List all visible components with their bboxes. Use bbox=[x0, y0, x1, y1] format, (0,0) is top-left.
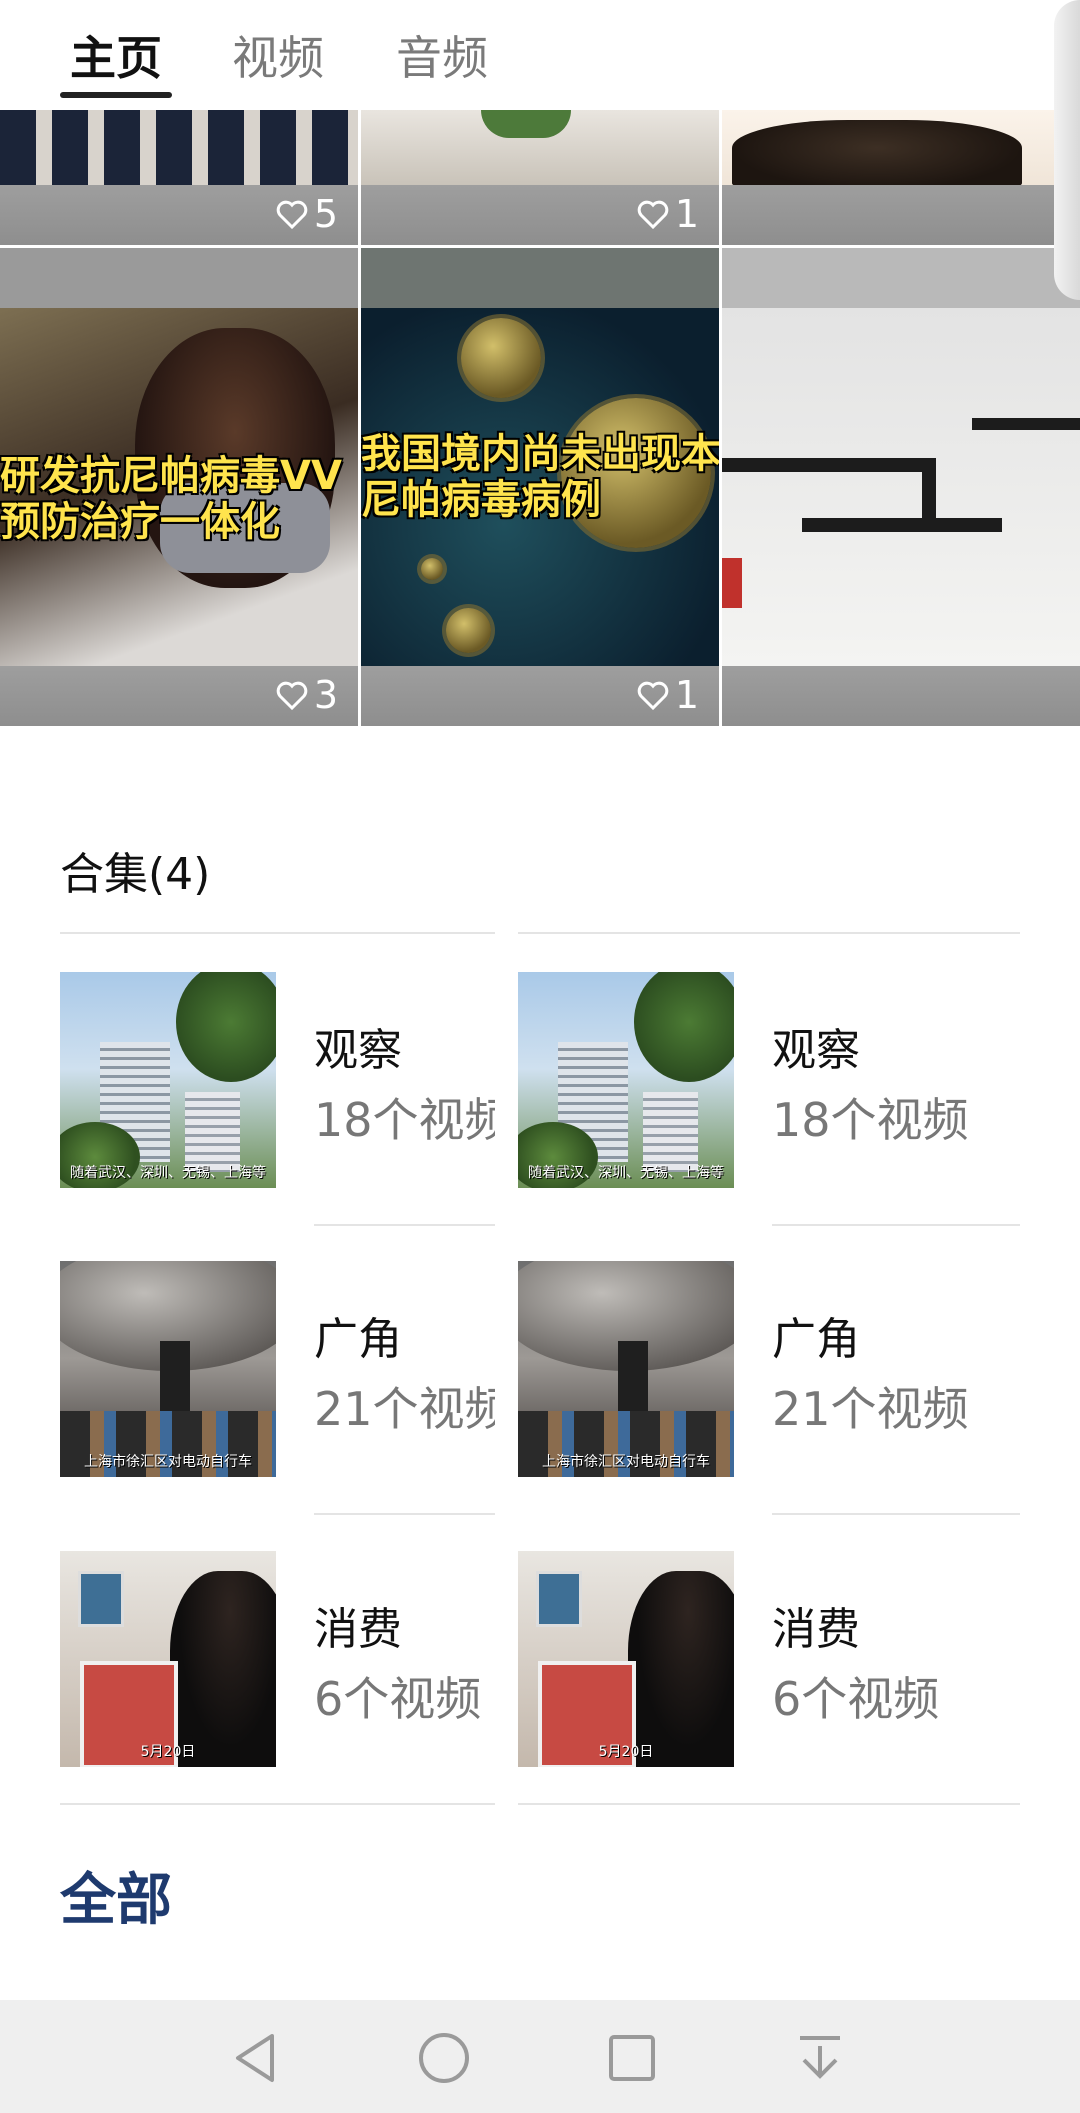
thumbnail-caption: 随着武汉、深圳、无锡、上海等 bbox=[70, 1165, 266, 1181]
like-count: 5 bbox=[276, 189, 338, 239]
heart-icon bbox=[276, 200, 308, 229]
collection-item[interactable]: 上海市徐汇区对电动自行车 广角 21个视频 bbox=[60, 1261, 495, 1477]
thumbnail-footer bbox=[722, 666, 1080, 726]
tree bbox=[634, 972, 734, 1082]
divider bbox=[518, 932, 1020, 934]
top-tab-bar: 主页 视频 音频 bbox=[0, 0, 1080, 110]
divider bbox=[314, 1224, 495, 1226]
collection-thumbnail: 上海市徐汇区对电动自行车 bbox=[60, 1261, 276, 1477]
active-tab-indicator bbox=[60, 92, 172, 98]
back-icon[interactable] bbox=[226, 2028, 286, 2088]
edge-panel-handle[interactable] bbox=[1054, 0, 1080, 300]
heart-icon bbox=[276, 681, 308, 710]
like-count: 1 bbox=[637, 670, 699, 720]
video-caption-line: 我国境内尚未出现本 bbox=[361, 431, 719, 477]
virus-particle bbox=[461, 318, 541, 398]
divider bbox=[518, 1803, 1020, 1805]
collection-name: 广角 bbox=[314, 1314, 402, 1365]
heart-icon bbox=[637, 681, 669, 710]
collection-item[interactable]: 5月20日 消费 6个视频 bbox=[60, 1551, 495, 1767]
thumbnail-image bbox=[361, 110, 719, 185]
thumbnail-image bbox=[722, 110, 1080, 190]
divider bbox=[772, 1513, 1020, 1515]
collection-item[interactable]: 随着武汉、深圳、无锡、上海等 观察 18个视频 bbox=[518, 972, 1020, 1188]
red-cross-sign bbox=[722, 558, 742, 608]
tab-audio[interactable]: 音频 bbox=[396, 22, 488, 88]
thumbnail-caption: 上海市徐汇区对电动自行车 bbox=[84, 1454, 252, 1470]
video-caption-line: 研发抗尼帕病毒VV bbox=[0, 453, 342, 499]
collection-name: 观察 bbox=[772, 1025, 860, 1076]
collection-item[interactable]: 5月20日 消费 6个视频 bbox=[518, 1551, 1020, 1767]
divider bbox=[60, 932, 495, 934]
person bbox=[170, 1571, 276, 1767]
collection-count: 6个视频 bbox=[314, 1672, 482, 1726]
tab-home[interactable]: 主页 bbox=[70, 22, 162, 88]
person bbox=[628, 1571, 734, 1767]
collection-item[interactable]: 随着武汉、深圳、无锡、上海等 观察 18个视频 bbox=[60, 972, 495, 1188]
thumbnail-footer bbox=[722, 185, 1080, 245]
thumbnail-caption: 上海市徐汇区对电动自行车 bbox=[542, 1454, 710, 1470]
ceiling-light bbox=[972, 418, 1080, 430]
collection-thumbnail: 随着武汉、深圳、无锡、上海等 bbox=[518, 972, 734, 1188]
like-count: 1 bbox=[637, 189, 699, 239]
ceiling-light bbox=[802, 518, 1002, 532]
video-thumbnail[interactable]: 1 bbox=[361, 110, 719, 245]
notification-pull-icon[interactable] bbox=[790, 2028, 850, 2088]
building bbox=[185, 1092, 240, 1172]
divider bbox=[772, 1224, 1020, 1226]
screen bbox=[536, 1571, 582, 1627]
video-thumbnail[interactable] bbox=[722, 110, 1080, 245]
collection-count: 21个视频 bbox=[772, 1382, 969, 1436]
collection-thumbnail: 5月20日 bbox=[60, 1551, 276, 1767]
collection-item[interactable]: 上海市徐汇区对电动自行车 广角 21个视频 bbox=[518, 1261, 1020, 1477]
door bbox=[160, 1341, 190, 1421]
divider bbox=[314, 1513, 495, 1515]
recents-icon[interactable] bbox=[602, 2028, 662, 2088]
thumbnail-caption: 5月20日 bbox=[598, 1744, 654, 1760]
video-thumbnail[interactable]: 5 bbox=[0, 110, 358, 245]
building bbox=[643, 1092, 698, 1172]
collections-title: 合集(4) bbox=[60, 849, 211, 900]
ceiling-light bbox=[922, 458, 936, 518]
collection-name: 消费 bbox=[314, 1604, 402, 1655]
virus-particle bbox=[446, 608, 491, 653]
thumbnail-image bbox=[0, 110, 358, 185]
video-thumbnail[interactable]: 我国境内尚未出现本 尼帕病毒病例 1 bbox=[361, 248, 719, 726]
virus-particle bbox=[421, 558, 443, 580]
thumbnail-caption: 随着武汉、深圳、无锡、上海等 bbox=[528, 1165, 724, 1181]
video-thumbnail[interactable]: 研发抗尼帕病毒VV 预防治疗一体化 3 bbox=[0, 248, 358, 726]
like-count-value: 5 bbox=[313, 192, 338, 236]
tree bbox=[176, 972, 276, 1082]
collection-count: 18个视频 bbox=[772, 1093, 969, 1147]
collection-thumbnail: 上海市徐汇区对电动自行车 bbox=[518, 1261, 734, 1477]
all-section-title: 全部 bbox=[60, 1868, 172, 1933]
ceiling-light bbox=[722, 458, 922, 472]
door bbox=[618, 1341, 648, 1421]
video-caption-line: 预防治疗一体化 bbox=[0, 499, 280, 545]
like-count-value: 1 bbox=[674, 673, 699, 717]
collection-name: 广角 bbox=[772, 1314, 860, 1365]
video-caption-line: 尼帕病毒病例 bbox=[361, 477, 601, 523]
tab-video[interactable]: 视频 bbox=[232, 22, 324, 88]
screen bbox=[78, 1571, 124, 1627]
like-count-value: 3 bbox=[313, 673, 338, 717]
collection-name: 消费 bbox=[772, 1604, 860, 1655]
collection-thumbnail: 随着武汉、深圳、无锡、上海等 bbox=[60, 972, 276, 1188]
divider bbox=[60, 1803, 495, 1805]
collection-count: 6个视频 bbox=[772, 1672, 940, 1726]
video-thumbnail[interactable] bbox=[722, 248, 1080, 726]
like-count: 3 bbox=[276, 670, 338, 720]
thumbnail-caption: 5月20日 bbox=[140, 1744, 196, 1760]
collection-count: 18个视频 bbox=[314, 1093, 495, 1147]
heart-icon bbox=[637, 200, 669, 229]
home-icon[interactable] bbox=[414, 2028, 474, 2088]
collection-count: 21个视频 bbox=[314, 1382, 495, 1436]
like-count-value: 1 bbox=[674, 192, 699, 236]
system-navigation-bar bbox=[0, 2000, 1080, 2113]
collection-thumbnail: 5月20日 bbox=[518, 1551, 734, 1767]
thumbnail-image bbox=[722, 308, 1080, 668]
collection-name: 观察 bbox=[314, 1025, 402, 1076]
